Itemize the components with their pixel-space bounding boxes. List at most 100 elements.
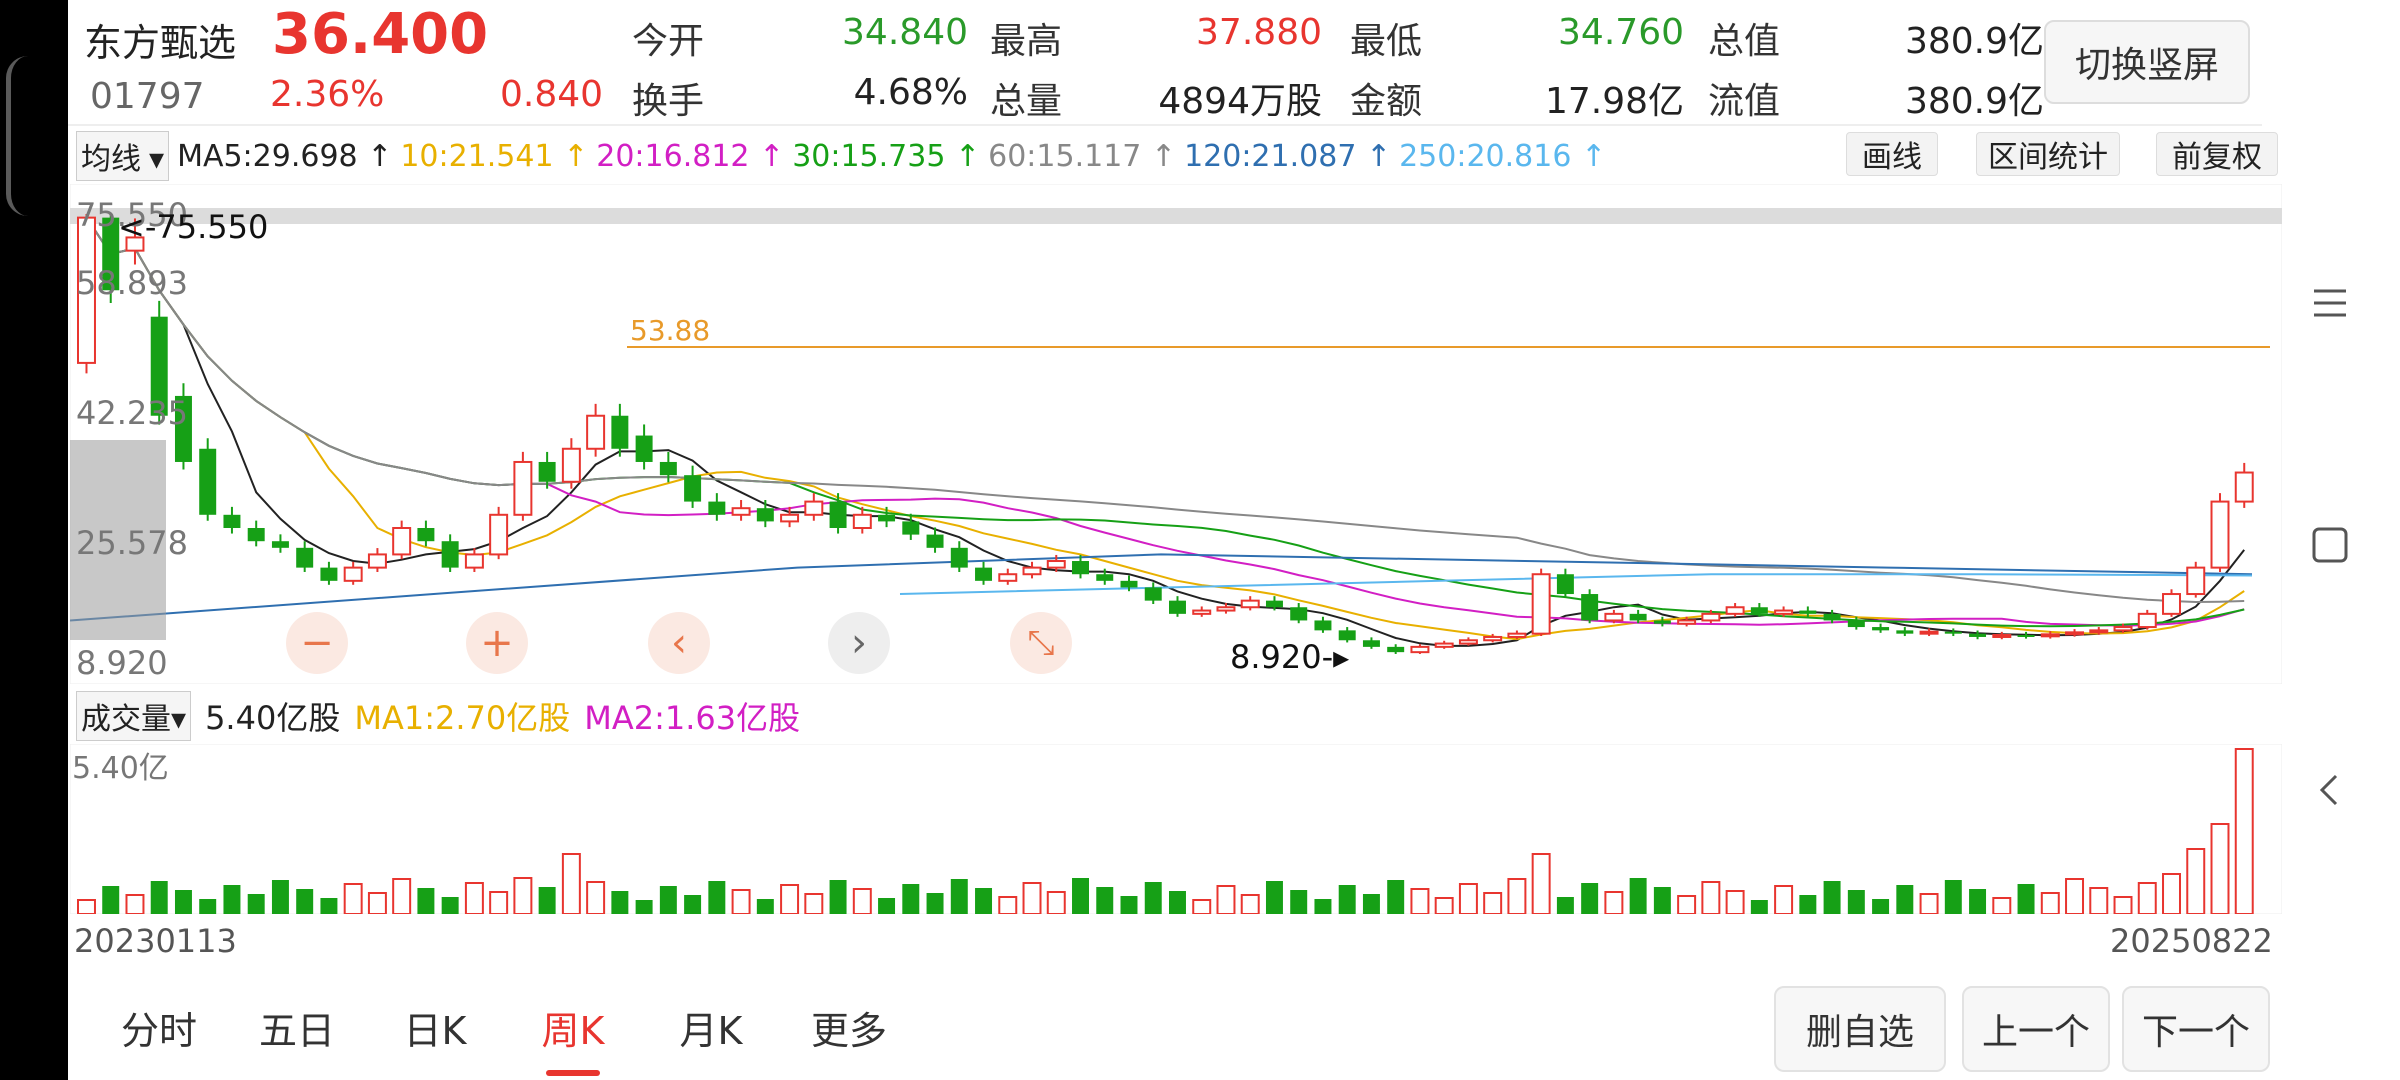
volume-bar	[1458, 883, 1478, 914]
volume-bar	[2234, 748, 2254, 914]
volume-bar	[1120, 896, 1138, 914]
back-icon[interactable]	[2305, 765, 2355, 815]
volume-bar	[1919, 893, 1939, 914]
zoom-in-button[interactable]: +	[466, 612, 528, 674]
axis-tick-8: 8.920	[76, 644, 168, 682]
stock-code: 01797	[90, 76, 205, 117]
stat-label-turnover: 换手	[632, 81, 705, 122]
stat-label-low: 最低	[1350, 21, 1423, 62]
volume-bar	[659, 886, 677, 914]
previous-stock-button[interactable]: 上一个	[1962, 986, 2110, 1072]
candle	[2234, 471, 2254, 503]
kline-chart[interactable]: 75.550 58.893 42.235 25.578 8.920 <-75.5…	[70, 184, 2282, 684]
tab-intraday[interactable]: 分时	[90, 1000, 228, 1055]
ma-legend: 均线 ▾ MA5:29.698 ↑ 10:21.541 ↑ 20:16.812 ↑…	[76, 131, 1614, 181]
candle	[975, 567, 993, 581]
volume-bar	[2089, 887, 2109, 914]
candle	[1872, 627, 1890, 631]
volume-bar	[1046, 891, 1066, 914]
candle	[2065, 631, 2085, 636]
range-stats-button[interactable]: 区间统计	[1976, 132, 2120, 176]
tab-monthly-k[interactable]: 月K	[642, 1000, 780, 1055]
volume-selector[interactable]: 成交量▾	[76, 691, 192, 741]
candle	[296, 547, 314, 568]
candle	[441, 541, 459, 568]
candle	[1458, 639, 1478, 645]
volume-bar	[441, 897, 459, 914]
next-stock-button[interactable]: 下一个	[2122, 986, 2270, 1072]
forward-adjust-button[interactable]: 前复权	[2156, 132, 2278, 176]
date-start: 20230113	[74, 922, 237, 960]
candle	[1120, 580, 1138, 588]
period-tabs: 分时 五日 日K 周K 月K 更多	[90, 1000, 918, 1076]
candle	[199, 448, 217, 515]
candle	[1919, 630, 1939, 635]
candle	[1216, 606, 1236, 612]
reset-zoom-button[interactable]: ⤡	[1010, 612, 1072, 674]
volume-bar	[780, 884, 800, 914]
volume-bar	[1022, 882, 1042, 914]
volume-bar	[1144, 882, 1162, 914]
volume-bar	[1872, 899, 1890, 914]
tab-five-day[interactable]: 五日	[228, 1000, 366, 1055]
stat-value-amount: 17.98亿	[1544, 81, 1684, 122]
candle	[223, 514, 241, 529]
volume-bar	[150, 881, 168, 914]
ma5-label: MA5:29.698 ↑	[177, 138, 393, 174]
volume-bar	[1169, 891, 1186, 914]
candle	[1629, 613, 1647, 621]
candle	[635, 435, 653, 462]
ma-selector[interactable]: 均线 ▾	[76, 131, 170, 181]
high-marker-label: <-75.550	[118, 208, 268, 246]
candle	[1944, 631, 1962, 634]
candle	[2162, 593, 2181, 615]
stat-value-volume: 4894万股	[1158, 81, 1322, 122]
volume-bar	[829, 880, 847, 914]
volume-bar	[1701, 881, 1721, 914]
candle	[1434, 642, 1454, 648]
volume-bar	[1896, 885, 1914, 914]
candle	[780, 513, 800, 523]
volume-bar	[538, 887, 556, 914]
volume-chart[interactable]: 5.40亿	[70, 744, 2282, 914]
menu-icon[interactable]	[2305, 278, 2355, 328]
candle	[2186, 566, 2206, 596]
candle	[1992, 633, 2012, 638]
candle	[1387, 646, 1405, 653]
date-end: 20250822	[2110, 922, 2273, 960]
candle	[1677, 619, 1697, 625]
switch-portrait-button[interactable]: 切换竖屏	[2044, 20, 2250, 104]
candle	[1604, 612, 1624, 622]
candle	[684, 475, 702, 502]
draw-line-button[interactable]: 画线	[1846, 132, 1938, 176]
tab-daily-k[interactable]: 日K	[366, 1000, 504, 1055]
volume-bar	[464, 882, 484, 914]
scroll-left-button[interactable]: ‹	[648, 612, 710, 674]
volume-bar	[2017, 884, 2035, 914]
candle	[343, 566, 363, 582]
candle	[950, 547, 968, 568]
candle	[1314, 620, 1332, 631]
volume-bar	[852, 888, 872, 914]
remove-watchlist-button[interactable]: 删自选	[1774, 986, 1946, 1072]
volume-bar	[2162, 873, 2181, 914]
volume-legend: 成交量▾ 5.40亿股 MA1:2.70亿股 MA2:1.63亿股	[76, 691, 801, 741]
recents-icon[interactable]	[2305, 520, 2355, 570]
volume-bar	[1531, 853, 1551, 914]
candle	[1144, 587, 1162, 601]
volume-ma2: MA2:1.63亿股	[584, 699, 801, 737]
volume-bar	[2210, 823, 2230, 914]
volume-bar	[1290, 890, 1308, 914]
scroll-right-button[interactable]: ›	[828, 612, 890, 674]
tab-more[interactable]: 更多	[780, 1000, 918, 1055]
stat-label-amount: 金额	[1350, 81, 1423, 122]
low-marker-value: 8.920	[1230, 638, 1322, 676]
candle	[1483, 635, 1503, 642]
zoom-out-button[interactable]: −	[286, 612, 348, 674]
candle	[1192, 609, 1212, 615]
volume-bar	[102, 886, 120, 914]
candle	[1096, 574, 1114, 581]
candle	[1969, 633, 1987, 637]
current-price: 36.400	[272, 2, 489, 67]
tab-weekly-k[interactable]: 周K	[504, 1000, 642, 1076]
